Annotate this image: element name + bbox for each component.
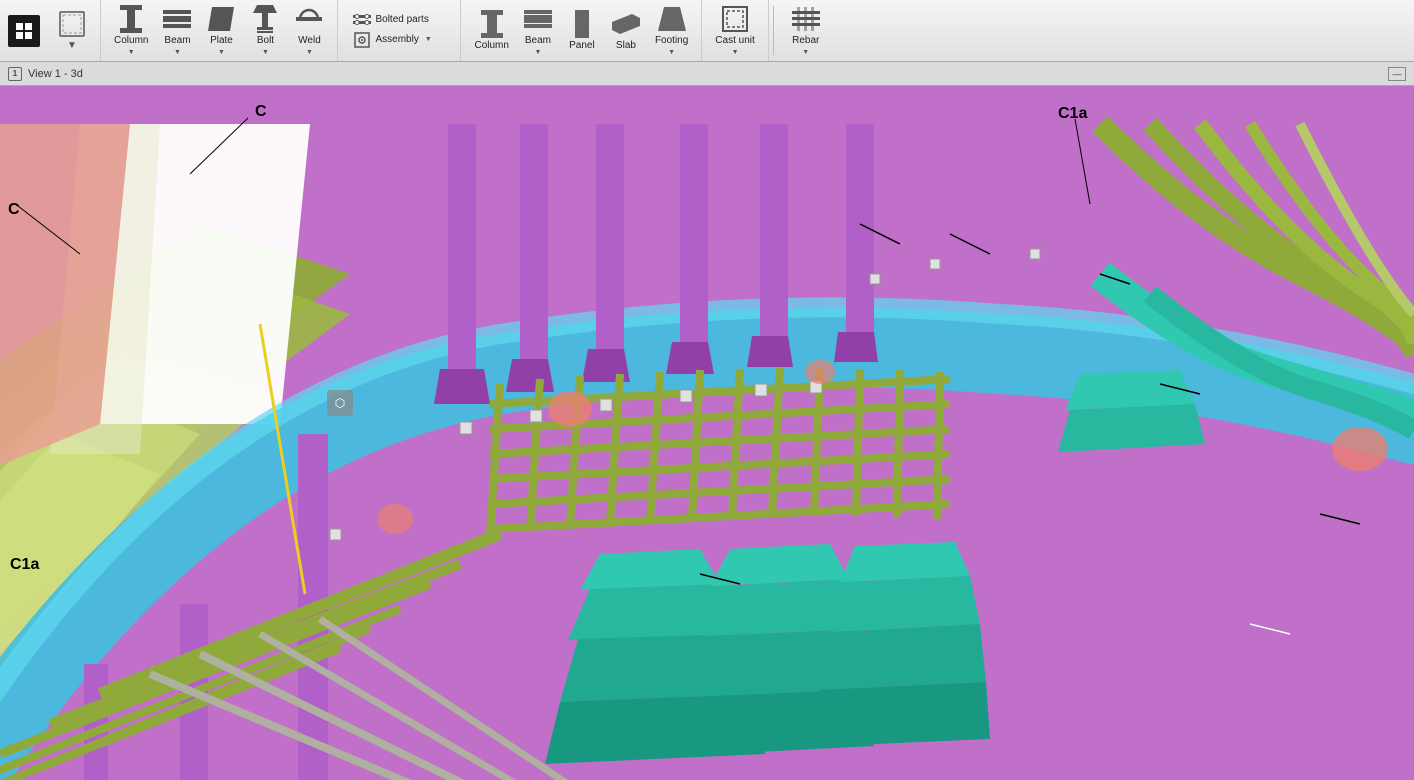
assembly-icon	[353, 31, 371, 49]
panel-concrete-button[interactable]: Panel	[560, 3, 604, 59]
cast-unit-arrow: ▼	[732, 49, 739, 56]
slab-concrete-button[interactable]: Slab	[604, 3, 648, 59]
select-icon	[58, 10, 86, 38]
column-steel-icon	[117, 5, 145, 33]
view-title-bar: 1 View 1 - 3d —	[0, 62, 1414, 86]
weld-steel-label: Weld	[298, 35, 321, 47]
plate-steel-icon	[207, 6, 235, 33]
bolt-steel-icon	[251, 5, 279, 33]
panel-concrete-label: Panel	[569, 40, 595, 52]
svg-text:C: C	[255, 103, 267, 120]
beam-concrete-icon	[524, 6, 552, 33]
bolted-parts-label: Bolted parts	[375, 14, 428, 25]
beam-steel-button[interactable]: Beam ▼	[155, 3, 199, 59]
select-group: ▼	[44, 0, 101, 61]
select-button[interactable]: ▼	[50, 3, 94, 59]
beam-concrete-button[interactable]: Beam ▼	[516, 3, 560, 59]
rebar-icon	[792, 6, 820, 33]
column-steel-arrow: ▼	[128, 49, 135, 56]
3d-scene-svg: ⬡ C C C1a C1a	[0, 86, 1414, 780]
cast-unit-label: Cast unit	[715, 35, 754, 47]
weld-steel-arrow: ▼	[306, 49, 313, 56]
view-area: 1 View 1 - 3d —	[0, 62, 1414, 780]
svg-text:C1a: C1a	[1058, 105, 1087, 122]
toolbar-separator	[773, 6, 774, 55]
bolted-assembly-group: Bolted parts Assembly ▼	[338, 0, 461, 61]
beam-steel-label: Beam	[164, 35, 190, 47]
svg-text:C1a: C1a	[10, 556, 39, 573]
app-start-button[interactable]	[8, 15, 40, 47]
view-title: View 1 - 3d	[28, 68, 83, 80]
select-dropdown-arrow: ▼	[67, 40, 77, 52]
footing-concrete-label: Footing	[655, 35, 688, 47]
beam-steel-arrow: ▼	[174, 49, 181, 56]
weld-steel-button[interactable]: Weld ▼	[287, 3, 331, 59]
assembly-row: Assembly ▼	[353, 31, 431, 49]
cast-unit-icon	[721, 5, 749, 33]
beam-concrete-arrow: ▼	[534, 49, 541, 56]
rebar-label: Rebar	[792, 35, 819, 47]
beam-concrete-label: Beam	[525, 35, 551, 47]
bolt-steel-button[interactable]: Bolt ▼	[243, 3, 287, 59]
column-steel-label: Column	[114, 35, 148, 47]
slab-concrete-icon	[612, 10, 640, 38]
bolted-parts-icon	[353, 13, 371, 27]
rebar-group: Rebar ▼	[778, 0, 834, 61]
3d-canvas[interactable]: ⬡ C C C1a C1a	[0, 86, 1414, 780]
plate-steel-label: Plate	[210, 35, 233, 47]
bolt-steel-arrow: ▼	[262, 49, 269, 56]
steel-group: Column ▼ Beam ▼ Plate ▼	[101, 0, 338, 61]
column-steel-button[interactable]: Column ▼	[107, 3, 155, 59]
assembly-label: Assembly	[375, 34, 418, 45]
app-button-area	[4, 0, 44, 61]
footing-concrete-arrow: ▼	[668, 49, 675, 56]
bolted-assembly-button[interactable]: Bolted parts Assembly ▼	[344, 3, 454, 59]
slab-concrete-label: Slab	[616, 40, 636, 52]
beam-steel-icon	[163, 6, 191, 33]
svg-text:C: C	[8, 201, 20, 218]
bolted-parts-row: Bolted parts	[353, 13, 428, 27]
rebar-arrow: ▼	[802, 49, 809, 56]
cast-unit-button[interactable]: Cast unit ▼	[708, 3, 761, 59]
footing-concrete-icon	[658, 6, 686, 33]
concrete-group: Column Beam ▼ Panel	[461, 0, 702, 61]
plate-steel-button[interactable]: Plate ▼	[199, 3, 243, 59]
column-concrete-label: Column	[474, 40, 508, 52]
cast-unit-group: Cast unit ▼	[702, 0, 768, 61]
view-minimize-button[interactable]: —	[1388, 67, 1406, 81]
column-concrete-icon	[478, 10, 506, 38]
main-toolbar: ▼ Column ▼ B	[0, 0, 1414, 62]
bolt-steel-label: Bolt	[257, 35, 274, 47]
plate-steel-arrow: ▼	[218, 49, 225, 56]
weld-steel-icon	[295, 6, 323, 33]
rebar-button[interactable]: Rebar ▼	[784, 3, 828, 59]
panel-concrete-icon	[568, 10, 596, 38]
svg-text:⬡: ⬡	[335, 396, 345, 410]
column-concrete-button[interactable]: Column	[467, 3, 515, 59]
assembly-dropdown-arrow: ▼	[425, 36, 432, 43]
footing-concrete-button[interactable]: Footing ▼	[648, 3, 695, 59]
view-icon: 1	[8, 67, 22, 81]
